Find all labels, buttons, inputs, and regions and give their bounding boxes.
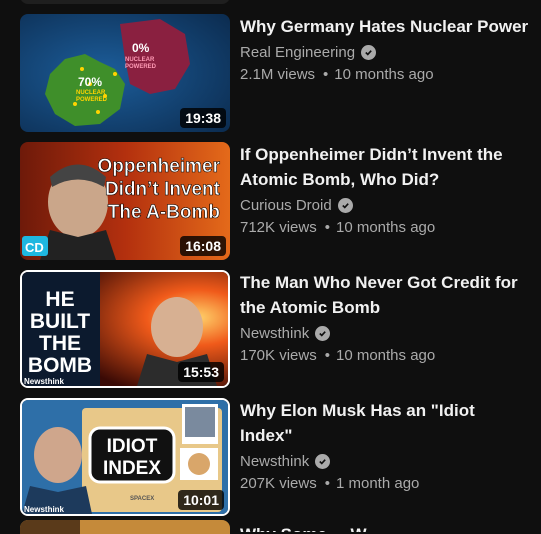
video-title[interactable]: The Man Who Never Got Credit for the Ato… — [240, 270, 530, 320]
video-item[interactable]: 0% NUCLEAR POWERED 70% NUCLEAR POWERED 1… — [20, 14, 535, 136]
video-stats: 207K views • 1 month ago — [240, 475, 420, 492]
duration-badge: 16:08 — [180, 236, 226, 256]
video-stats: 2.1M views • 10 months ago — [240, 66, 434, 83]
video-meta: The Man Who Never Got Credit for the Ato… — [240, 270, 530, 367]
upload-age: 10 months ago — [335, 347, 436, 364]
video-title[interactable]: If Oppenheimer Didn’t Invent the Atomic … — [240, 142, 530, 192]
next-video-title-partial[interactable]: Why Some ... W... — [240, 522, 380, 532]
view-count: 170K views — [240, 347, 317, 364]
thumb-label: INDEX — [103, 458, 161, 479]
thumb-label: POWERED — [125, 64, 157, 70]
view-count: 712K views — [240, 219, 317, 236]
video-stats: 712K views • 10 months ago — [240, 219, 436, 236]
verified-check-icon — [361, 45, 377, 60]
channel-name[interactable]: Real Engineering — [240, 42, 355, 63]
video-title[interactable]: Why Germany Hates Nuclear Power — [240, 14, 530, 39]
thumb-label: THE — [39, 332, 81, 355]
thumb-label: NUCLEAR — [125, 57, 155, 63]
thumb-label: BOMB — [28, 354, 92, 377]
channel-row: Newsthink — [240, 323, 530, 344]
video-stats: 170K views • 10 months ago — [240, 347, 436, 364]
video-item[interactable]: HE BUILT THE BOMB Newsthink 15:53 The Ma… — [20, 270, 535, 392]
channel-name[interactable]: Curious Droid — [240, 195, 332, 216]
video-thumbnail[interactable]: IDIOT INDEX SPACEX Newsthink 10:01 — [20, 398, 230, 516]
video-meta: Why Germany Hates Nuclear Power Real Eng… — [240, 14, 530, 86]
thumb-label: BUILT — [30, 310, 90, 333]
thumb-label: Didn’t Invent — [105, 179, 221, 200]
channel-row: Real Engineering — [240, 42, 530, 63]
channel-row: Newsthink — [240, 451, 530, 472]
thumb-label: Oppenheimer — [98, 156, 221, 177]
channel-name[interactable]: Newsthink — [240, 323, 309, 344]
thumb-label: CD — [25, 240, 44, 255]
view-count: 2.1M views — [240, 66, 316, 83]
thumb-label: IDIOT — [107, 436, 158, 457]
upload-age: 1 month ago — [335, 475, 420, 492]
thumb-label: POWERED — [76, 97, 108, 103]
video-thumbnail[interactable]: 0% NUCLEAR POWERED 70% NUCLEAR POWERED 1… — [20, 14, 230, 132]
video-thumbnail[interactable]: Oppenheimer Didn’t Invent The A-Bomb CD … — [20, 142, 230, 260]
verified-check-icon — [315, 326, 331, 341]
video-item[interactable]: IDIOT INDEX SPACEX Newsthink 10:01 Why E… — [20, 398, 535, 520]
thumb-label: HE — [45, 288, 74, 311]
duration-badge: 15:53 — [178, 362, 224, 382]
thumb-label: Newsthink — [24, 377, 65, 386]
channel-name[interactable]: Newsthink — [240, 451, 309, 472]
duration-badge: 10:01 — [178, 490, 224, 510]
previous-video-thumbnail-edge[interactable] — [20, 0, 230, 4]
verified-check-icon — [337, 198, 353, 213]
upload-age: 10 months ago — [335, 219, 436, 236]
thumb-label: Newsthink — [24, 505, 65, 514]
duration-badge: 19:38 — [180, 108, 226, 128]
video-meta: If Oppenheimer Didn’t Invent the Atomic … — [240, 142, 530, 239]
video-item[interactable]: Oppenheimer Didn’t Invent The A-Bomb CD … — [20, 142, 535, 264]
channel-row: Curious Droid — [240, 195, 530, 216]
thumb-label: NUCLEAR — [76, 90, 106, 96]
view-count: 207K views — [240, 475, 317, 492]
video-thumbnail[interactable]: HE BUILT THE BOMB Newsthink 15:53 — [20, 270, 230, 388]
thumb-label: 70% — [78, 75, 102, 89]
thumb-label: SPACEX — [130, 496, 154, 502]
thumb-label: 0% — [132, 41, 150, 55]
video-title[interactable]: Why Elon Musk Has an "Idiot Index" — [240, 398, 530, 448]
upload-age: 10 months ago — [334, 66, 434, 83]
verified-check-icon — [315, 454, 331, 469]
video-meta: Why Elon Musk Has an "Idiot Index" Newst… — [240, 398, 530, 495]
thumb-label: The A-Bomb — [108, 202, 220, 223]
